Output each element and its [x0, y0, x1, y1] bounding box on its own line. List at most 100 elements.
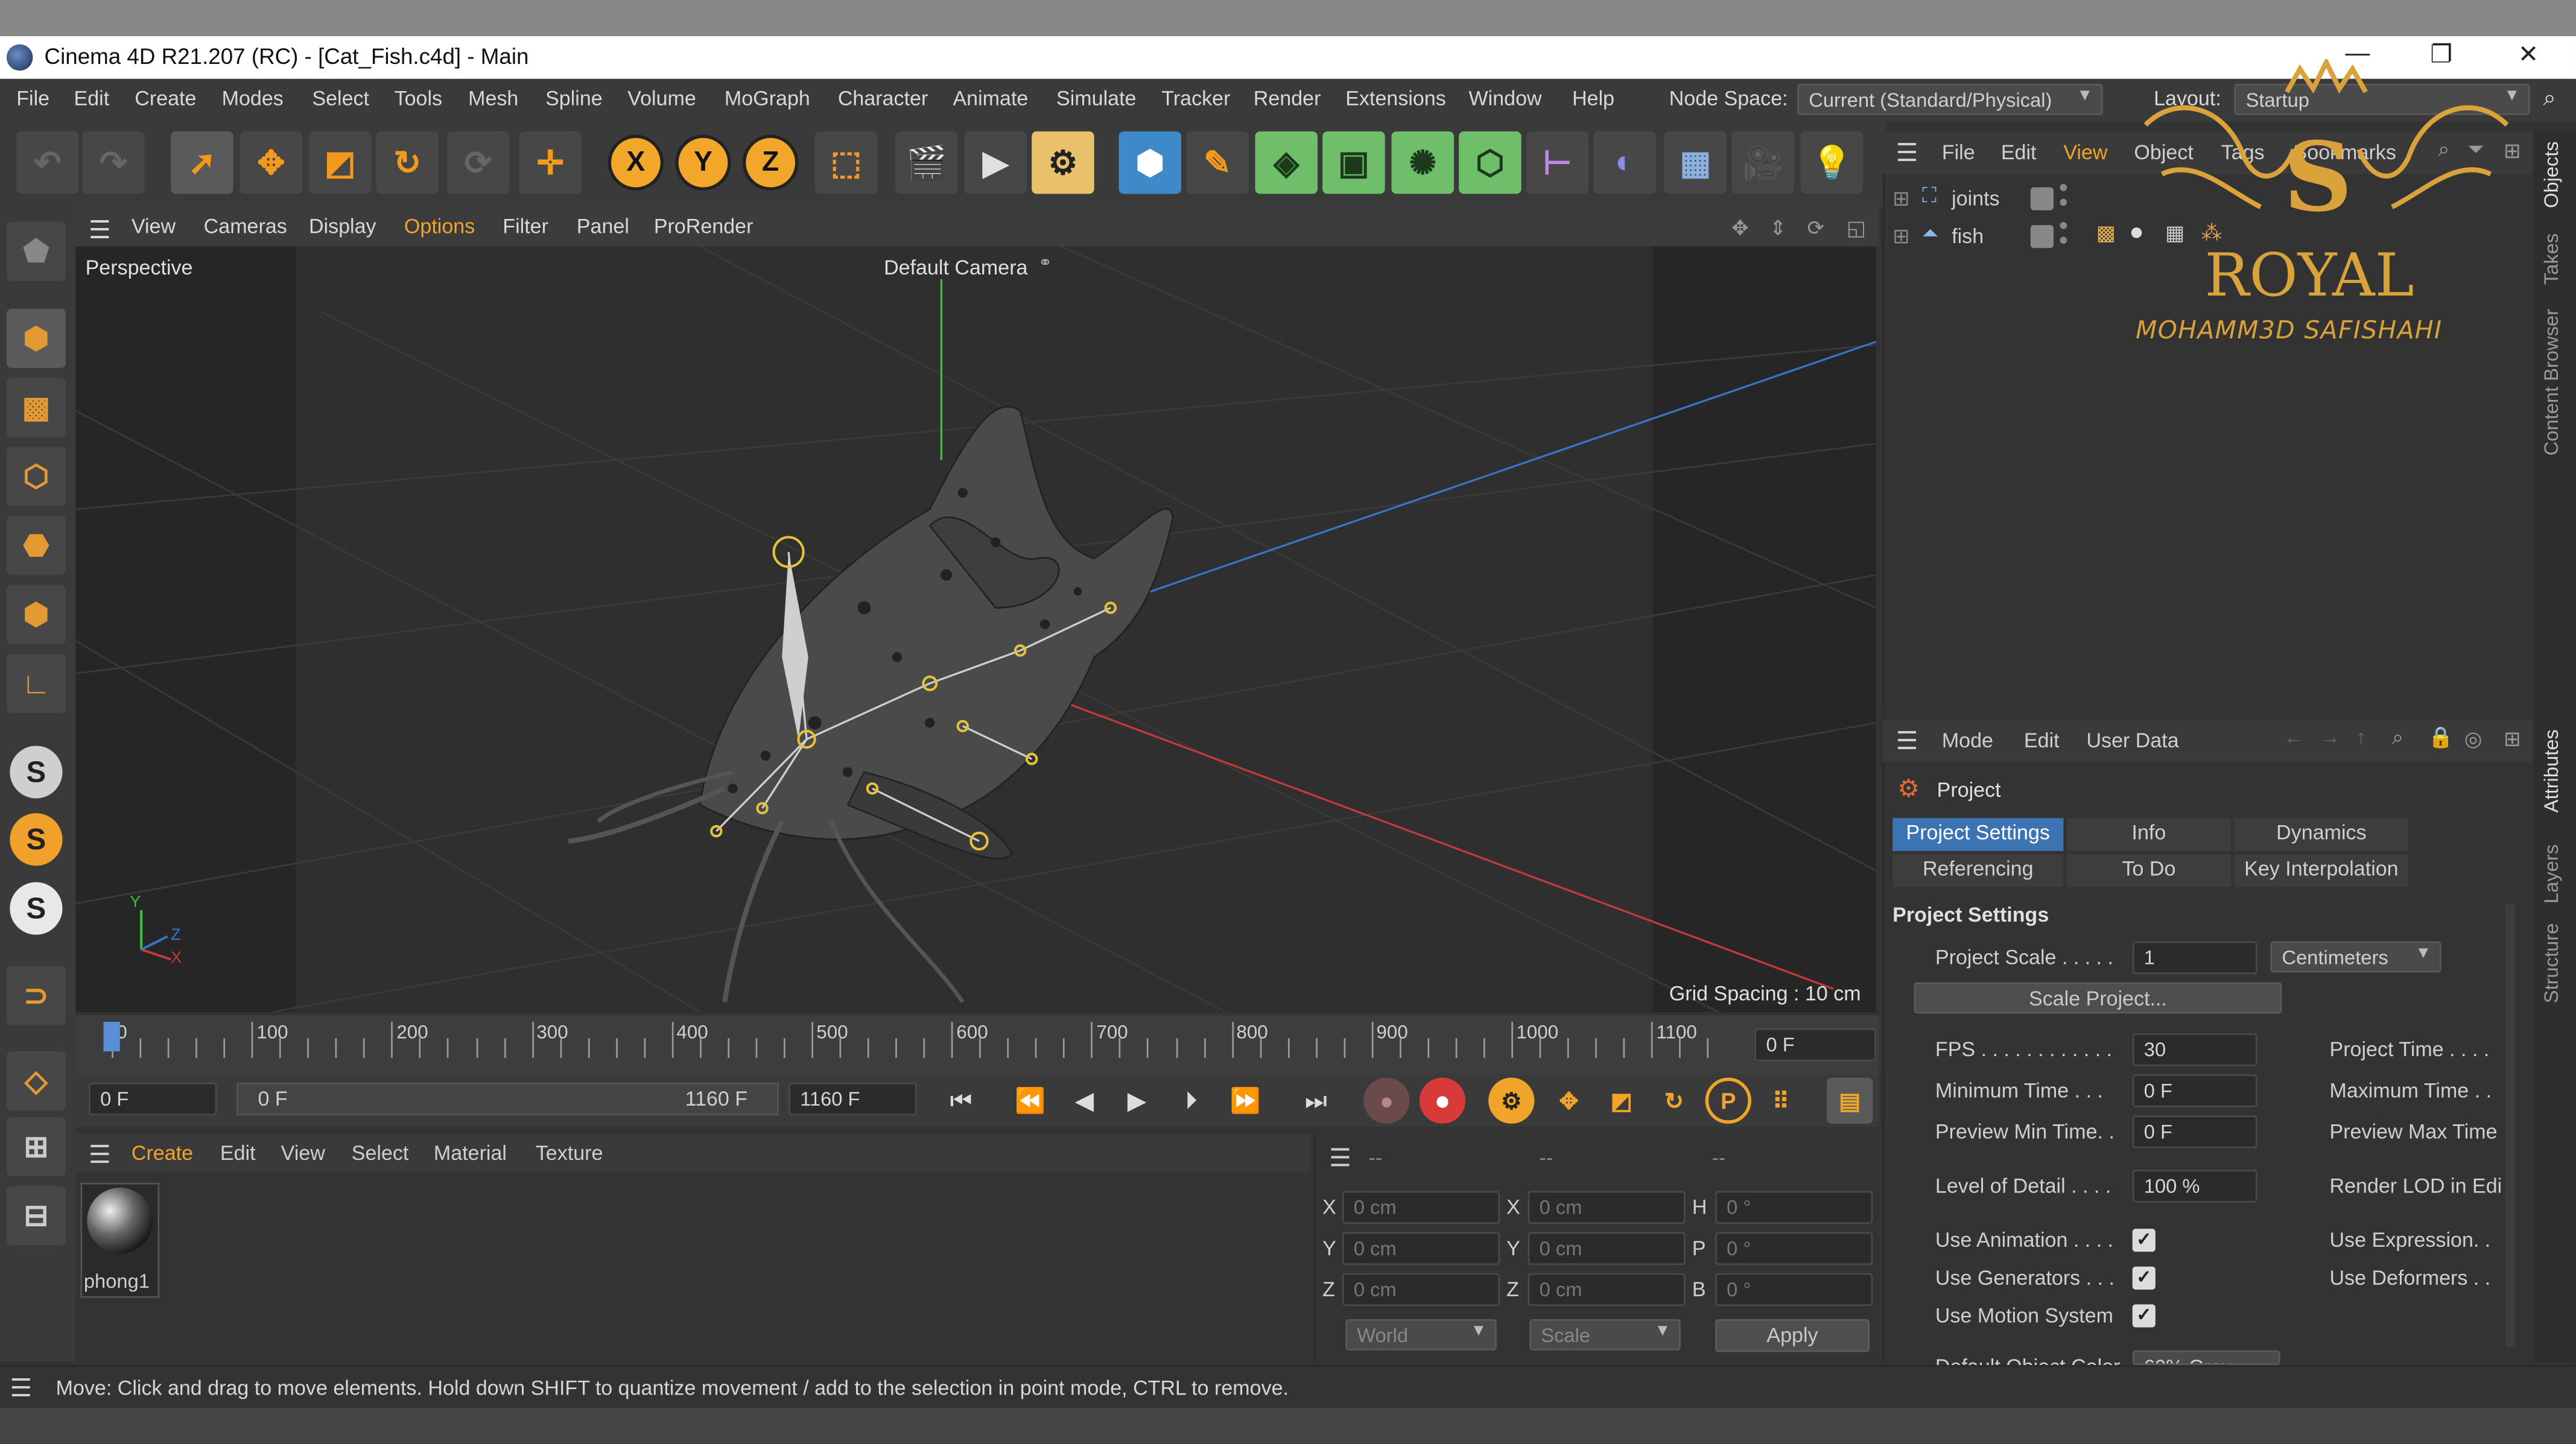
- menu-animate[interactable]: Animate: [953, 87, 1028, 110]
- maximize-view-icon[interactable]: ◱: [1847, 215, 1866, 240]
- material-swatch-phong1[interactable]: phong1: [80, 1182, 160, 1298]
- search-icon[interactable]: ⌕: [2543, 84, 2556, 112]
- pos-y-field[interactable]: 0 cm: [1342, 1232, 1500, 1265]
- menu-render[interactable]: Render: [1254, 87, 1321, 110]
- camera-icon[interactable]: 🎥: [1731, 131, 1794, 194]
- back-arrow-icon[interactable]: ←: [2283, 726, 2304, 749]
- viewport-menu-cameras[interactable]: Cameras: [204, 215, 287, 238]
- subdivision-surface-icon[interactable]: ◈: [1255, 131, 1318, 194]
- deformer-icon[interactable]: ⊢: [1526, 131, 1589, 194]
- menu-create[interactable]: Create: [135, 87, 196, 110]
- weight-tag-icon[interactable]: ▩: [2096, 220, 2116, 245]
- go-to-previous-key-icon[interactable]: ⏪: [1009, 1083, 1052, 1119]
- rot-b-field[interactable]: 0 °: [1715, 1273, 1873, 1306]
- magnet-icon[interactable]: ⊃: [6, 966, 66, 1025]
- use-motion-system-checkbox[interactable]: ✓: [2132, 1304, 2156, 1328]
- rotate-tool-icon[interactable]: ↻: [376, 131, 439, 194]
- hamburger-icon[interactable]: ☰: [1896, 138, 1918, 167]
- lock-z-axis-button[interactable]: Z: [742, 135, 799, 191]
- expand-icon[interactable]: ⊞: [1892, 223, 1910, 248]
- menu-character[interactable]: Character: [838, 87, 928, 110]
- attr-scrollbar[interactable]: [2505, 903, 2516, 1347]
- viewport-menu-options[interactable]: Options: [404, 215, 475, 238]
- size-x-field[interactable]: 0 cm: [1528, 1191, 1686, 1224]
- go-to-next-key-icon[interactable]: ⏩: [1224, 1083, 1267, 1119]
- menu-simulate[interactable]: Simulate: [1056, 87, 1136, 110]
- preview-min-field[interactable]: 0 F: [2132, 1115, 2257, 1148]
- current-frame-field[interactable]: 0 F: [1754, 1028, 1876, 1062]
- extrude-generator-icon[interactable]: ▣: [1322, 131, 1385, 194]
- min-time-field[interactable]: 0 F: [2132, 1074, 2257, 1107]
- menu-mesh[interactable]: Mesh: [468, 87, 518, 110]
- menu-file[interactable]: File: [16, 87, 49, 110]
- object-menu-edit[interactable]: Edit: [2001, 141, 2037, 164]
- field-icon[interactable]: ◐: [1593, 131, 1656, 194]
- mograph-cloner-icon[interactable]: ⬡: [1459, 131, 1521, 194]
- up-arrow-icon[interactable]: ↑: [2356, 726, 2366, 749]
- material-menu-texture[interactable]: Texture: [536, 1142, 603, 1165]
- viewport-menu-display[interactable]: Display: [309, 215, 376, 238]
- pos-x-field[interactable]: 0 cm: [1342, 1191, 1500, 1224]
- timeline-ruler[interactable]: 0 100 200 300 400 500 600 700 800 900 1000 1100 0 F: [75, 1015, 1880, 1075]
- previous-frame-icon[interactable]: ◀: [1063, 1083, 1106, 1119]
- menu-tracker[interactable]: Tracker: [1161, 87, 1230, 110]
- attr-menu-mode[interactable]: Mode: [1942, 729, 1993, 752]
- menu-edit[interactable]: Edit: [74, 87, 110, 110]
- undo-icon[interactable]: ↶: [16, 131, 79, 194]
- scale-project-button[interactable]: Scale Project...: [1914, 982, 2282, 1014]
- attr-menu-user-data[interactable]: User Data: [2086, 729, 2178, 752]
- viewport-menu-panel[interactable]: Panel: [577, 215, 629, 238]
- texture-mode-icon[interactable]: ▩: [6, 378, 66, 437]
- tab-to-do[interactable]: To Do: [2066, 854, 2232, 887]
- fps-field[interactable]: 30: [2132, 1033, 2257, 1066]
- forward-arrow-icon[interactable]: →: [2320, 726, 2340, 749]
- record-active-objects-icon[interactable]: ●: [1363, 1077, 1410, 1124]
- recent-tools-icon[interactable]: ⟳: [446, 131, 510, 194]
- move-tool-icon[interactable]: ✥: [240, 131, 303, 194]
- search-icon[interactable]: ⌕: [2392, 726, 2403, 751]
- render-dots-icon[interactable]: ● ●: [2058, 218, 2068, 249]
- project-scale-unit-dropdown[interactable]: Centimeters ▼: [2270, 941, 2441, 973]
- tab-info[interactable]: Info: [2066, 818, 2232, 851]
- rot-h-field[interactable]: 0 °: [1715, 1191, 1873, 1224]
- axis-mode-icon[interactable]: ∟: [6, 653, 66, 713]
- timeline-playhead[interactable]: [103, 1022, 120, 1052]
- lock-icon[interactable]: 🔒: [2428, 726, 2454, 751]
- visibility-toggle[interactable]: [2030, 225, 2054, 249]
- object-menu-view[interactable]: View: [2063, 141, 2107, 164]
- object-menu-file[interactable]: File: [1942, 141, 1975, 164]
- material-menu-edit[interactable]: Edit: [220, 1142, 256, 1165]
- lock-y-axis-button[interactable]: Y: [675, 135, 731, 191]
- new-window-icon[interactable]: ⊞: [2504, 726, 2521, 751]
- scale-tool-icon[interactable]: ◩: [308, 131, 372, 194]
- menu-tools[interactable]: Tools: [395, 87, 442, 110]
- hamburger-icon[interactable]: ☰: [10, 1373, 32, 1403]
- rot-p-field[interactable]: 0 °: [1715, 1232, 1873, 1265]
- lock-x-axis-button[interactable]: X: [608, 135, 664, 191]
- 3d-viewport[interactable]: Perspective Default Camera ⚭ Grid Spacin…: [75, 246, 1876, 1012]
- default-color-dropdown[interactable]: 60% Gray: [2132, 1350, 2280, 1366]
- render-dots-icon[interactable]: ● ●: [2058, 180, 2068, 211]
- menu-volume[interactable]: Volume: [627, 87, 696, 110]
- lod-field[interactable]: 100 %: [2132, 1170, 2257, 1203]
- hamburger-icon[interactable]: ☰: [1329, 1144, 1351, 1173]
- floor-icon[interactable]: ▦: [1664, 131, 1727, 194]
- zoom-view-icon[interactable]: ⇕: [1769, 215, 1787, 240]
- pen-spline-icon[interactable]: ✎: [1186, 131, 1249, 194]
- cloner-icon[interactable]: ✺: [1391, 131, 1455, 194]
- tab-referencing[interactable]: Referencing: [1892, 854, 2064, 887]
- hamburger-icon[interactable]: ☰: [1896, 726, 1918, 756]
- expand-icon[interactable]: ⊞: [1892, 186, 1910, 210]
- select-tool-icon[interactable]: ➚: [171, 131, 233, 194]
- go-to-start-icon[interactable]: ⏮: [940, 1083, 983, 1119]
- viewport-menu-prorender[interactable]: ProRender: [654, 215, 753, 238]
- workplane-icon[interactable]: ◇: [6, 1051, 66, 1111]
- world-coordinates-icon[interactable]: ⬚: [814, 131, 878, 194]
- size-mode-dropdown[interactable]: Scale ▼: [1529, 1319, 1681, 1351]
- coord-mode-dropdown[interactable]: World ▼: [1345, 1319, 1497, 1351]
- tab-dynamics[interactable]: Dynamics: [2234, 818, 2409, 851]
- render-settings-icon[interactable]: ⚙: [1032, 131, 1094, 194]
- material-menu-view[interactable]: View: [281, 1142, 325, 1165]
- tab-project-settings[interactable]: Project Settings: [1892, 818, 2064, 851]
- node-space-dropdown[interactable]: Current (Standard/Physical) ▼: [1797, 83, 2103, 115]
